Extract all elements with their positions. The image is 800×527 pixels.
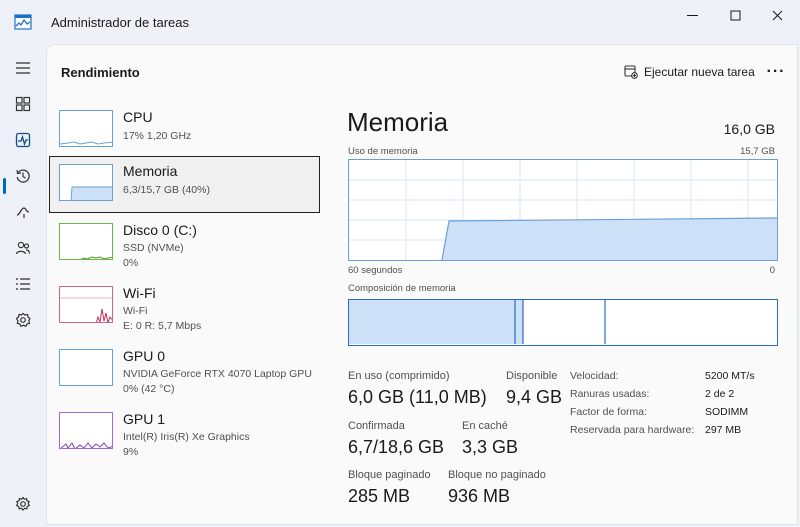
spec-label: Velocidad: (570, 370, 619, 382)
users-icon (15, 241, 31, 255)
page-header: Rendimiento Ejecutar nueva tarea ··· (47, 45, 799, 97)
nonpaged-pool-value: 936 MB (448, 486, 511, 506)
wifi-thumbnail-graph (59, 286, 113, 323)
device-usage: 0% (123, 257, 139, 269)
active-nav-indicator (3, 178, 6, 194)
cached-label: En caché (462, 420, 508, 432)
minimize-icon (686, 14, 698, 16)
history-icon (16, 169, 30, 183)
details-icon (16, 278, 30, 290)
startup-icon (16, 207, 30, 218)
close-icon (772, 10, 782, 20)
device-detail: SSD (NVMe) (123, 242, 184, 254)
device-gpu0[interactable]: GPU 0 NVIDIA GeForce RTX 4070 Laptop GPU… (49, 341, 320, 398)
run-new-task-label: Ejecutar nueva tarea (644, 65, 755, 79)
memory-usage-graph (348, 159, 778, 261)
nav-details[interactable] (0, 266, 46, 302)
services-icon (15, 312, 31, 328)
device-cpu[interactable]: CPU 17% 1,20 GHz (49, 102, 320, 159)
device-detail: 17% 1,20 GHz (123, 130, 192, 142)
nav-performance[interactable] (0, 122, 46, 158)
menu-icon (16, 62, 30, 74)
nav-processes[interactable] (0, 86, 46, 122)
total-memory: 16,0 GB (723, 121, 775, 137)
navigation-rail (0, 44, 46, 527)
paged-pool-value: 285 MB (348, 486, 411, 506)
graph-time-end: 0 (769, 265, 775, 276)
nav-app-history[interactable] (0, 158, 46, 194)
maximize-icon (730, 10, 740, 20)
device-wifi[interactable]: Wi-Fi Wi-Fi E: 0 R: 5,7 Mbps (49, 278, 320, 335)
minimize-button[interactable] (669, 0, 715, 30)
spec-label: Ranuras usadas: (570, 388, 650, 400)
disk-thumbnail-graph (59, 223, 113, 260)
device-name: Wi-Fi (123, 285, 156, 301)
memory-composition-bar (348, 299, 778, 346)
nav-menu-button[interactable] (0, 50, 46, 86)
device-usage: 0% (42 °C) (123, 383, 175, 395)
spec-label: Reservada para hardware: (570, 424, 695, 436)
more-options-button[interactable]: ··· (763, 59, 789, 85)
device-detail: Wi-Fi (123, 305, 148, 317)
device-detail: NVIDIA GeForce RTX 4070 Laptop GPU (123, 368, 312, 380)
maximize-button[interactable] (712, 0, 758, 30)
close-button[interactable] (754, 0, 800, 30)
nav-settings[interactable] (0, 486, 46, 522)
nonpaged-pool-label: Bloque no paginado (448, 469, 546, 481)
nav-startup[interactable] (0, 194, 46, 230)
gpu0-thumbnail-graph (59, 349, 113, 386)
in-use-value: 6,0 GB (11,0 MB) (348, 387, 487, 407)
available-label: Disponible (506, 370, 558, 382)
in-use-label: En uso (comprimido) (348, 370, 450, 382)
device-name: GPU 1 (123, 411, 166, 427)
usage-graph-max: 15,7 GB (740, 146, 775, 157)
graph-time-start: 60 segundos (348, 265, 403, 276)
committed-label: Confirmada (348, 420, 405, 432)
device-gpu1[interactable]: GPU 1 Intel(R) Iris(R) Xe Graphics 9% (49, 404, 320, 461)
settings-icon (15, 496, 31, 511)
spec-value: 5200 MT/s (705, 370, 755, 382)
spec-label: Factor de forma: (570, 406, 648, 418)
available-value: 9,4 GB (506, 387, 563, 407)
cpu-thumbnail-graph (59, 110, 113, 147)
run-new-task-button[interactable]: Ejecutar nueva tarea (618, 59, 761, 85)
paged-pool-label: Bloque paginado (348, 469, 431, 481)
composition-label: Composición de memoria (348, 283, 456, 294)
device-detail: 6,3/15,7 GB (40%) (123, 184, 210, 196)
nav-users[interactable] (0, 230, 46, 266)
detail-title: Memoria (347, 107, 449, 137)
run-task-icon (624, 65, 638, 79)
device-name: CPU (123, 109, 153, 125)
device-disk[interactable]: Disco 0 (C:) SSD (NVMe) 0% (49, 215, 320, 272)
page-title: Rendimiento (61, 65, 140, 80)
device-name: Memoria (123, 163, 178, 179)
task-manager-icon (14, 14, 32, 30)
device-usage: E: 0 R: 5,7 Mbps (123, 320, 202, 332)
title-bar: Administrador de tareas (0, 0, 800, 44)
device-memory[interactable]: Memoria 6,3/15,7 GB (40%) (49, 156, 320, 213)
committed-value: 6,7/18,6 GB (348, 437, 445, 457)
gpu1-thumbnail-graph (59, 412, 113, 449)
device-detail: Intel(R) Iris(R) Xe Graphics (123, 431, 250, 443)
device-name: Disco 0 (C:) (123, 222, 197, 238)
nav-services[interactable] (0, 302, 46, 338)
window-title: Administrador de tareas (51, 15, 190, 30)
device-name: GPU 0 (123, 348, 166, 364)
usage-graph-label: Uso de memoria (348, 146, 418, 157)
cached-value: 3,3 GB (462, 437, 519, 457)
spec-value: SODIMM (705, 406, 749, 418)
main-panel: Rendimiento Ejecutar nueva tarea ··· CPU… (46, 44, 798, 525)
spec-value: 297 MB (705, 424, 742, 436)
performance-icon (15, 132, 31, 148)
device-usage: 9% (123, 446, 139, 458)
processes-icon (15, 96, 31, 112)
memory-thumbnail-graph (59, 164, 113, 201)
spec-value: 2 de 2 (705, 388, 735, 400)
